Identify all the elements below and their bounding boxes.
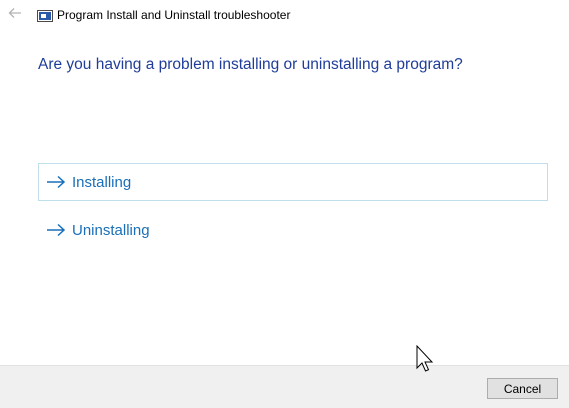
footer-bar: Cancel [0, 365, 569, 408]
option-installing-label: Installing [72, 173, 132, 191]
arrow-right-icon [46, 222, 66, 238]
back-button[interactable] [6, 6, 24, 24]
arrow-right-icon [46, 174, 66, 190]
option-installing[interactable]: Installing [38, 163, 548, 201]
page-question: Are you having a problem installing or u… [38, 56, 463, 73]
back-arrow-icon [8, 6, 22, 24]
option-uninstalling-label: Uninstalling [72, 221, 150, 239]
window-title: Program Install and Uninstall troublesho… [57, 8, 291, 22]
cancel-button[interactable]: Cancel [487, 378, 558, 399]
option-uninstalling[interactable]: Uninstalling [38, 211, 548, 249]
troubleshooter-icon [37, 9, 53, 22]
